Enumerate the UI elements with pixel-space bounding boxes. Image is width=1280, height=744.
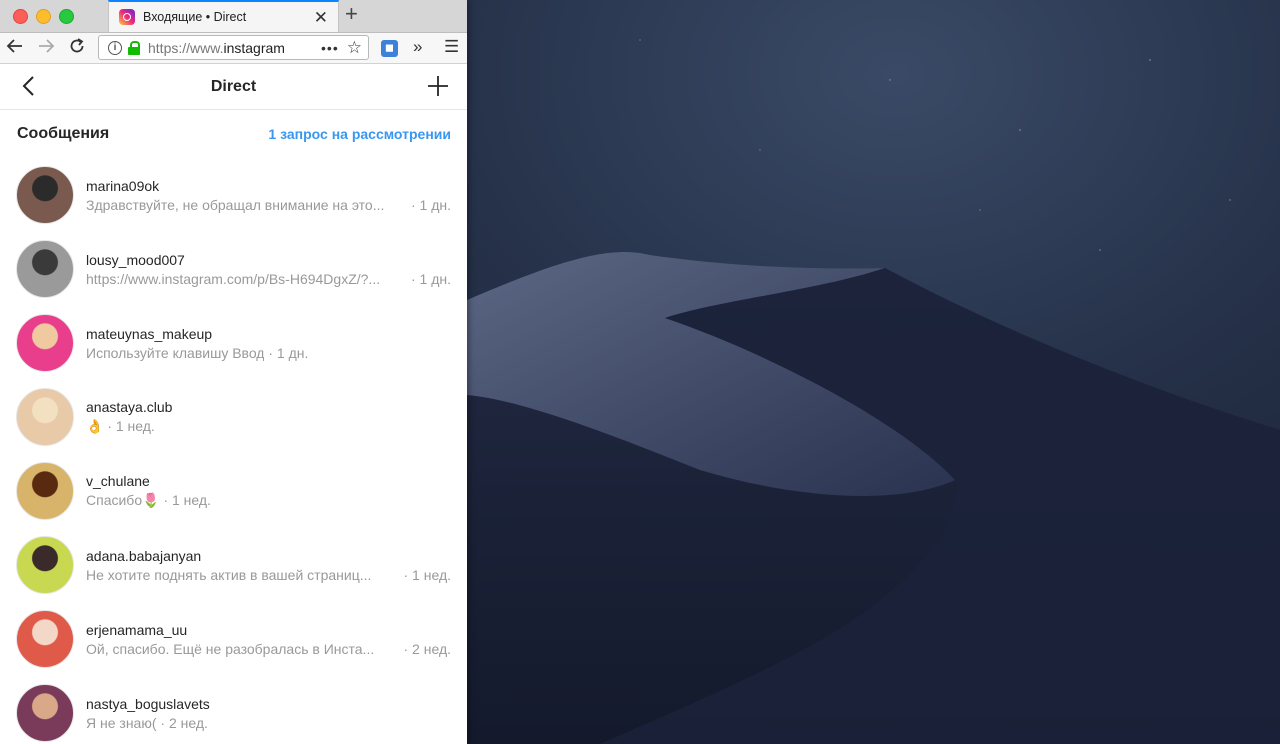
window-close-button[interactable] — [13, 9, 28, 24]
hamburger-menu-icon[interactable]: ☰ — [444, 37, 459, 57]
avatar — [16, 462, 74, 520]
back-chevron-icon[interactable] — [20, 75, 38, 102]
page-title: Direct — [210, 77, 257, 95]
navigation-toolbar: i https://www.instagram ••• ☆ ◼ » ☰ — [0, 33, 467, 64]
thread-username: marina09ok — [86, 177, 160, 194]
url-bar[interactable]: i https://www.instagram ••• ☆ — [98, 35, 369, 60]
thread-username: nastya_boguslavets — [86, 695, 210, 712]
bookmark-star-icon[interactable]: ☆ — [347, 38, 362, 58]
tab-title: Входящие • Direct — [143, 10, 247, 24]
reload-icon[interactable] — [68, 37, 86, 58]
thread-username: erjenamama_uu — [86, 621, 188, 638]
thread-timestamp: · 1 дн. — [268, 344, 309, 361]
thread-text: v_chulane Спасибо🌷 · 1 нед. — [86, 473, 451, 509]
thread-text: erjenamama_uu Ой, спасибо. Ещё не разобра… — [86, 622, 451, 657]
thread-last-message: 👌 — [86, 418, 104, 434]
thread-username: anastaya.club — [86, 399, 173, 415]
tab-direct[interactable]: Входящие • Direct ✕ — [108, 0, 339, 32]
message-requests-link[interactable]: 1 запрос на рассмотрении — [268, 126, 451, 142]
tab-bar: Входящие • Direct ✕ + — [0, 0, 467, 33]
toolbar-overflow-icon[interactable]: » — [413, 37, 422, 57]
browser-window: Входящие • Direct ✕ + i https://www.inst… — [0, 0, 467, 744]
thread-username: adana.babajanyan — [86, 547, 202, 564]
extension-icon[interactable]: ◼ — [381, 40, 398, 57]
window-minimize-button[interactable] — [36, 9, 51, 24]
thread-item[interactable]: marina09ok Здравствуйте, не обращал внима… — [0, 158, 467, 232]
thread-text: adana.babajanyan Не хотите поднять актив … — [86, 548, 451, 583]
thread-preview-line: Не хотите поднять актив в вашей страниц.… — [86, 567, 451, 583]
thread-last-message: Я не знаю( — [86, 714, 157, 731]
lock-icon — [128, 40, 140, 55]
thread-username: lousy_mood007 — [86, 251, 185, 268]
thread-timestamp: · 1 нед. — [107, 418, 155, 434]
thread-preview-line: Спасибо🌷 · 1 нед. — [86, 492, 451, 509]
thread-last-message: Здравствуйте, не обращал внимание на это… — [86, 196, 385, 213]
thread-text: lousy_mood007 https://www.instagram.com/p… — [86, 252, 451, 287]
thread-preview-line: https://www.instagram.com/p/Bs-H694DgxZ/… — [86, 271, 451, 287]
thread-username: mateuynas_makeup — [86, 325, 213, 342]
window-zoom-button[interactable] — [59, 9, 74, 24]
thread-timestamp: · 2 нед. — [160, 714, 208, 731]
avatar — [16, 684, 74, 742]
avatar — [16, 166, 74, 224]
site-info-icon[interactable]: i — [108, 40, 122, 55]
avatar — [16, 388, 74, 446]
thread-timestamp: · 1 нед. — [163, 492, 211, 508]
back-arrow-icon[interactable] — [6, 37, 24, 58]
thread-timestamp: · 1 нед. — [403, 566, 452, 583]
thread-text: mateuynas_makeup Используйте клавишу Ввод… — [86, 326, 451, 361]
thread-item[interactable]: lousy_mood007 https://www.instagram.com/p… — [0, 232, 467, 306]
thread-text: nastya_boguslavets Я не знаю( · 2 нед. — [86, 696, 451, 731]
thread-preview-line: 👌 · 1 нед. — [86, 418, 451, 435]
window-controls — [13, 9, 74, 24]
thread-list: marina09ok Здравствуйте, не обращал внима… — [0, 158, 467, 744]
avatar — [16, 240, 74, 298]
new-message-plus-icon[interactable] — [427, 75, 449, 102]
messages-section-title: Сообщения — [17, 125, 110, 142]
thread-text: marina09ok Здравствуйте, не обращал внима… — [86, 178, 451, 213]
thread-item[interactable]: v_chulane Спасибо🌷 · 1 нед. — [0, 454, 467, 528]
thread-last-message: Ой, спасибо. Ещё не разобралась в Инста.… — [86, 640, 375, 657]
instagram-favicon-icon — [119, 9, 135, 25]
thread-item[interactable]: anastaya.club 👌 · 1 нед. — [0, 380, 467, 454]
page-actions-icon[interactable]: ••• — [321, 40, 339, 56]
avatar — [16, 536, 74, 594]
thread-timestamp: · 1 дн. — [410, 270, 451, 287]
thread-last-message: Спасибо🌷 — [86, 492, 160, 508]
new-tab-icon[interactable]: + — [345, 3, 358, 25]
thread-preview-line: Ой, спасибо. Ещё не разобралась в Инста.… — [86, 641, 451, 657]
tab-close-icon[interactable]: ✕ — [314, 9, 328, 26]
messages-section-header: Сообщения 1 запрос на рассмотрении — [0, 110, 467, 158]
thread-item[interactable]: adana.babajanyan Не хотите поднять актив … — [0, 528, 467, 602]
thread-item[interactable]: mateuynas_makeup Используйте клавишу Ввод… — [0, 306, 467, 380]
thread-last-message: https://www.instagram.com/p/Bs-H694DgxZ/… — [86, 270, 381, 287]
thread-preview-line: Здравствуйте, не обращал внимание на это… — [86, 197, 451, 213]
avatar — [16, 314, 74, 372]
thread-item[interactable]: nastya_boguslavets Я не знаю( · 2 нед. — [0, 676, 467, 744]
url-text: https://www.instagram — [148, 39, 285, 56]
thread-last-message: Не хотите поднять актив в вашей страниц.… — [86, 566, 372, 583]
thread-text: anastaya.club 👌 · 1 нед. — [86, 399, 451, 435]
thread-preview-line: Я не знаю( · 2 нед. — [86, 715, 451, 731]
thread-preview-line: Используйте клавишу Ввод · 1 дн. — [86, 345, 451, 361]
forward-arrow-icon[interactable] — [37, 37, 55, 58]
thread-last-message: Используйте клавишу Ввод — [86, 344, 265, 361]
thread-item[interactable]: erjenamama_uu Ой, спасибо. Ещё не разобра… — [0, 602, 467, 676]
avatar — [16, 610, 74, 668]
thread-timestamp: · 2 нед. — [403, 640, 452, 657]
thread-timestamp: · 1 дн. — [410, 196, 451, 213]
direct-header: Direct — [0, 64, 467, 110]
thread-username: v_chulane — [86, 473, 150, 489]
